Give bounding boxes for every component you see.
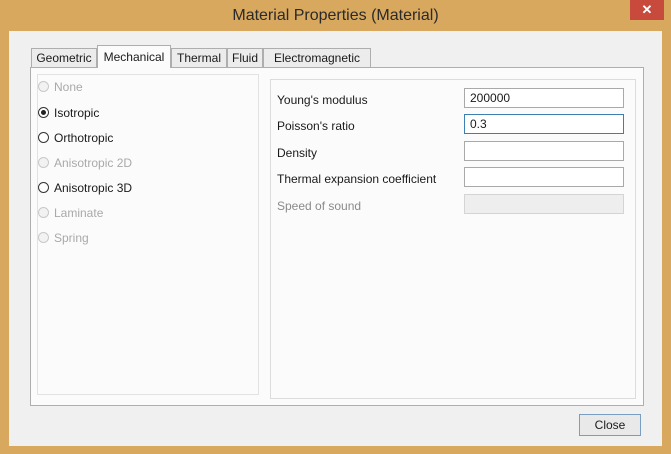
thermal-expansion-coefficient-field[interactable] bbox=[464, 167, 624, 187]
close-icon[interactable]: ✕ bbox=[630, 0, 664, 20]
youngs-modulus-field[interactable] bbox=[464, 88, 624, 108]
radio-button bbox=[38, 182, 49, 193]
youngs-modulus-label: Young's modulus bbox=[277, 93, 368, 107]
tab-mechanical[interactable]: Mechanical bbox=[97, 45, 171, 68]
material-type-group: None Isotropic Orthotropic Anisotropic 2… bbox=[37, 74, 259, 395]
speed-of-sound-label: Speed of sound bbox=[277, 199, 362, 213]
radio-button bbox=[38, 107, 49, 118]
radio-button bbox=[38, 207, 49, 218]
tab-fluid[interactable]: Fluid bbox=[227, 48, 263, 67]
density-label: Density bbox=[277, 146, 318, 160]
material-properties-dialog: Material Properties (Material) ✕ Geometr… bbox=[0, 0, 671, 454]
title-bar[interactable]: Material Properties (Material) ✕ bbox=[0, 0, 671, 31]
radio-label: Anisotropic 3D bbox=[54, 181, 133, 195]
speed-of-sound-field bbox=[464, 194, 624, 214]
radio-button bbox=[38, 232, 49, 243]
radio-label: None bbox=[54, 80, 83, 94]
poissons-ratio-field[interactable] bbox=[464, 114, 624, 134]
window-title: Material Properties (Material) bbox=[232, 7, 439, 24]
mechanical-panel: None Isotropic Orthotropic Anisotropic 2… bbox=[30, 67, 644, 406]
radio-label: Anisotropic 2D bbox=[54, 156, 133, 170]
radio-label: Laminate bbox=[54, 206, 104, 220]
tab-electromagnetic[interactable]: Electromagnetic bbox=[263, 48, 371, 67]
radio-label: Orthotropic bbox=[54, 131, 114, 145]
density-field[interactable] bbox=[464, 141, 624, 161]
radio-button bbox=[38, 81, 49, 92]
properties-group: Young's modulus Poisson's ratio Density … bbox=[270, 79, 636, 399]
radio-label: Spring bbox=[54, 231, 89, 245]
radio-button bbox=[38, 132, 49, 143]
thermal-expansion-coefficient-label: Thermal expansion coefficient bbox=[277, 172, 437, 186]
poissons-ratio-label: Poisson's ratio bbox=[277, 119, 355, 133]
radio-label: Isotropic bbox=[54, 106, 100, 120]
dialog-body: Geometric Mechanical Thermal Fluid Elect… bbox=[9, 31, 662, 446]
close-button[interactable]: Close bbox=[579, 414, 641, 436]
tab-thermal[interactable]: Thermal bbox=[171, 48, 227, 67]
tab-geometric[interactable]: Geometric bbox=[31, 48, 97, 67]
radio-button bbox=[38, 157, 49, 168]
